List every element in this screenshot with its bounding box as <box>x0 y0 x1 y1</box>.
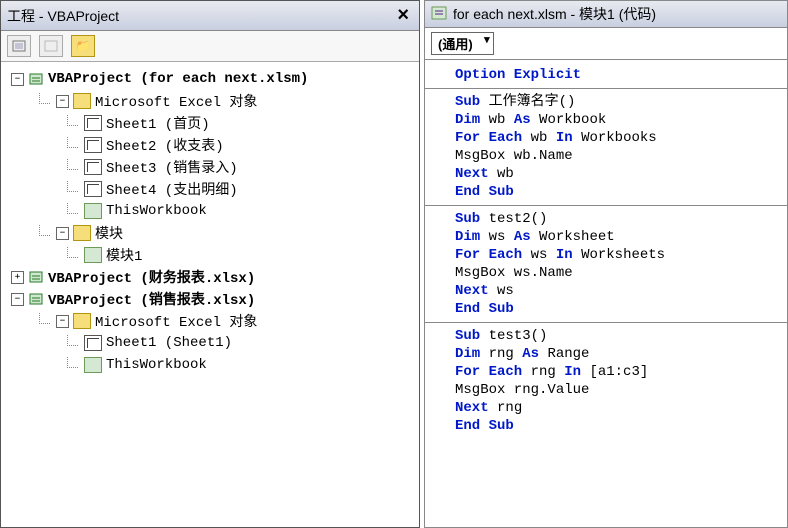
tree-node[interactable]: ThisWorkbook <box>5 354 415 376</box>
tree-node-label: 模块 <box>95 223 123 243</box>
module-icon <box>431 6 447 23</box>
tree-node-label: Microsoft Excel 对象 <box>95 91 257 111</box>
tree-node[interactable]: − Microsoft Excel 对象 <box>5 310 415 332</box>
tree-node-label: Sheet3 (销售录入) <box>106 157 238 177</box>
code-line: End Sub <box>455 417 781 435</box>
tree-node[interactable]: Sheet2 (收支表) <box>5 134 415 156</box>
form-icon <box>44 40 58 52</box>
tree-node-label: Microsoft Excel 对象 <box>95 311 257 331</box>
expand-collapse-icon[interactable]: − <box>56 95 69 108</box>
code-window-titlebar: for each next.xlsm - 模块1 (代码) <box>424 0 788 27</box>
tree-node-label: VBAProject (财务报表.xlsx) <box>48 267 255 287</box>
code-line: Sub test3() <box>455 327 781 345</box>
expand-collapse-icon[interactable]: − <box>56 315 69 328</box>
tree-node[interactable]: − VBAProject (for each next.xlsm) <box>5 68 415 90</box>
tree-node-label: Sheet1 (Sheet1) <box>106 335 232 351</box>
expand-collapse-icon[interactable]: − <box>11 293 24 306</box>
code-line: Option Explicit <box>455 66 781 84</box>
code-editor[interactable]: Option Explicit Sub 工作簿名字()Dim wb As Work… <box>424 59 788 528</box>
code-window-title: for each next.xlsm - 模块1 (代码) <box>453 4 656 24</box>
module-icon <box>84 357 102 373</box>
folder-icon <box>73 93 91 109</box>
toggle-folders-button[interactable]: 📁 <box>71 35 95 57</box>
sheet-icon <box>84 115 102 131</box>
code-line: For Each wb In Workbooks <box>455 129 781 147</box>
folder-icon <box>73 313 91 329</box>
sheet-icon <box>84 137 102 153</box>
tree-node[interactable]: − VBAProject (销售报表.xlsx) <box>5 288 415 310</box>
view-object-button[interactable] <box>39 35 63 57</box>
expand-collapse-icon[interactable]: + <box>11 271 24 284</box>
tree-node-label: VBAProject (for each next.xlsm) <box>48 71 308 87</box>
code-line: End Sub <box>455 300 781 318</box>
code-line: Sub 工作簿名字() <box>455 93 781 111</box>
module-icon <box>84 247 102 263</box>
code-line: Dim rng As Range <box>455 345 781 363</box>
tree-node-label: Sheet1 (首页) <box>106 113 210 133</box>
project-explorer-titlebar: 工程 - VBAProject × <box>1 1 419 31</box>
expand-collapse-icon[interactable]: − <box>56 227 69 240</box>
tree-node-label: 模块1 <box>106 245 142 265</box>
tree-node[interactable]: Sheet4 (支出明细) <box>5 178 415 200</box>
code-line: For Each ws In Worksheets <box>455 246 781 264</box>
code-line: End Sub <box>455 183 781 201</box>
tree-node[interactable]: ThisWorkbook <box>5 200 415 222</box>
tree-node[interactable]: 模块1 <box>5 244 415 266</box>
tree-node[interactable]: Sheet1 (首页) <box>5 112 415 134</box>
project-icon <box>28 72 44 86</box>
tree-node-label: Sheet2 (收支表) <box>106 135 224 155</box>
tree-node[interactable]: − Microsoft Excel 对象 <box>5 90 415 112</box>
code-line: MsgBox wb.Name <box>455 147 781 165</box>
code-line: Next rng <box>455 399 781 417</box>
code-pane: for each next.xlsm - 模块1 (代码) (通用) Optio… <box>424 0 788 528</box>
sheet-icon <box>84 335 102 351</box>
code-line: MsgBox ws.Name <box>455 264 781 282</box>
folder-icon <box>73 225 91 241</box>
list-icon <box>12 40 26 52</box>
code-line: Dim ws As Worksheet <box>455 228 781 246</box>
module-icon <box>84 203 102 219</box>
view-code-button[interactable] <box>7 35 31 57</box>
tree-node[interactable]: + VBAProject (财务报表.xlsx) <box>5 266 415 288</box>
code-dropdown-row: (通用) <box>424 27 788 59</box>
tree-node-label: VBAProject (销售报表.xlsx) <box>48 289 255 309</box>
code-line: Sub test2() <box>455 210 781 228</box>
project-explorer-toolbar: 📁 <box>1 31 419 62</box>
project-icon <box>28 270 44 284</box>
object-combo[interactable]: (通用) <box>431 32 494 55</box>
tree-node[interactable]: Sheet3 (销售录入) <box>5 156 415 178</box>
close-icon[interactable]: × <box>393 4 413 27</box>
code-line: Next ws <box>455 282 781 300</box>
sheet-icon <box>84 181 102 197</box>
sheet-icon <box>84 159 102 175</box>
code-line: Next wb <box>455 165 781 183</box>
tree-node[interactable]: Sheet1 (Sheet1) <box>5 332 415 354</box>
project-explorer-pane: 工程 - VBAProject × 📁 − VBAProject (for eac… <box>0 0 420 528</box>
tree-node-label: Sheet4 (支出明细) <box>106 179 238 199</box>
code-line: Dim wb As Workbook <box>455 111 781 129</box>
project-tree[interactable]: − VBAProject (for each next.xlsm) − Microso… <box>1 62 419 527</box>
code-line: MsgBox rng.Value <box>455 381 781 399</box>
tree-node-label: ThisWorkbook <box>106 357 207 373</box>
tree-node-label: ThisWorkbook <box>106 203 207 219</box>
tree-node[interactable]: − 模块 <box>5 222 415 244</box>
project-explorer-title: 工程 - VBAProject <box>7 6 119 26</box>
code-line: For Each rng In [a1:c3] <box>455 363 781 381</box>
folder-icon: 📁 <box>76 39 91 53</box>
expand-collapse-icon[interactable]: − <box>11 73 24 86</box>
project-icon <box>28 292 44 306</box>
